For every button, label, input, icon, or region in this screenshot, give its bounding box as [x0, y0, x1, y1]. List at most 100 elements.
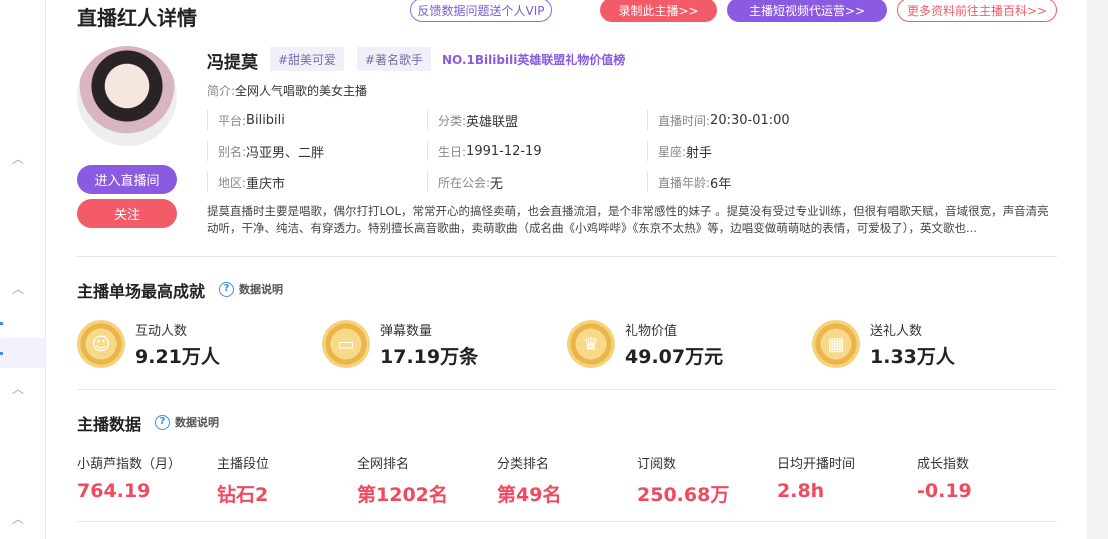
rank-badge[interactable]: NO.1Bilibili英雄联盟礼物价值榜 [442, 51, 625, 68]
info-label: 直播时间: [658, 113, 711, 128]
info-field: 别名: 冯亚男、二胖 [207, 141, 324, 161]
info-label: 分类: [438, 113, 467, 128]
divider [77, 256, 1057, 257]
stat-item: 小葫芦指数（月） 764.19 [77, 453, 181, 502]
data-help[interactable]: ? 数据说明 [155, 414, 219, 430]
record-button[interactable]: 录制此主播>> [600, 0, 717, 22]
divider [77, 389, 1057, 390]
stat-value: 第1202名 [357, 484, 448, 506]
stat-label: 日均开播时间 [777, 457, 856, 472]
help-label: 数据说明 [239, 283, 283, 296]
stat-item: 分类排名第49名 [497, 453, 561, 507]
crown-medal-icon: ♛ [567, 320, 615, 368]
info-label: 星座: [658, 144, 687, 159]
info-value: 重庆市 [246, 176, 286, 192]
achievement-label: 弹幕数量 [380, 324, 433, 339]
stat-label: 全网排名 [357, 457, 410, 472]
streamer-name: 冯提莫 [207, 53, 258, 73]
stat-value: 第49名 [497, 484, 562, 506]
achievement-label: 互动人数 [135, 324, 188, 339]
info-field: 直播时间: 20:30-01:00 [647, 110, 790, 130]
page-title: 直播红人详情 [77, 6, 197, 30]
wiki-button[interactable]: 更多资料前往主播百科>> [897, 0, 1057, 22]
stat-value: 764.19 [77, 480, 151, 502]
achievement-value: 1.33万人 [870, 346, 955, 368]
sidebar: ︿ ︿ ︿ ︿ [0, 0, 46, 539]
chat-medal-icon: ▭ [322, 320, 370, 368]
info-label: 生日: [438, 144, 467, 159]
description: 提莫直播时主要是唱歌，偶尔打打LOL，常常开心的搞怪卖萌，也会直播流泪，是个非常… [207, 204, 1049, 235]
chevron-up-icon[interactable]: ︿ [12, 380, 24, 396]
info-label: 地区: [218, 175, 247, 190]
stat-label: 订阅数 [637, 457, 677, 472]
info-label: 平台: [218, 113, 247, 128]
info-field: 生日: 1991-12-19 [427, 141, 542, 161]
info-value: 6年 [710, 176, 732, 192]
data-help[interactable]: ? 数据说明 [219, 281, 283, 297]
achievement-item: ▭ 弹幕数量 17.19万条 [322, 318, 562, 370]
info-field: 直播年龄: 6年 [647, 172, 731, 192]
gift-medal-icon: ▦ [812, 320, 860, 368]
achievement-value: 9.21万人 [135, 346, 220, 368]
info-value: 20:30-01:00 [710, 112, 790, 128]
info-field: 星座: 射手 [647, 141, 712, 161]
achievement-value: 17.19万条 [380, 346, 479, 368]
enter-live-button[interactable]: 进入直播间 [77, 165, 177, 194]
chevron-up-icon[interactable]: ︿ [12, 510, 24, 526]
info-value: 1991-12-19 [466, 143, 542, 159]
achievement-label: 礼物价值 [625, 324, 678, 339]
intro: 简介:全网人气唱歌的美女主播 [207, 82, 367, 99]
follow-button[interactable]: 关注 [77, 199, 177, 228]
divider [77, 521, 1057, 522]
tag[interactable]: #著名歌手 [357, 47, 432, 71]
info-field: 地区: 重庆市 [207, 172, 285, 192]
achievement-item: ♛ 礼物价值 49.07万元 [567, 318, 807, 370]
scrollbar[interactable] [1087, 0, 1108, 539]
people-medal-icon: ☺ [77, 320, 125, 368]
stat-value: -0.19 [917, 480, 972, 502]
stat-label: 分类排名 [497, 457, 550, 472]
stat-label: 成长指数 [917, 457, 970, 472]
help-icon: ? [219, 281, 234, 297]
help-label: 数据说明 [175, 416, 219, 429]
stat-value: 250.68万 [637, 484, 730, 506]
info-label: 所在公会: [438, 175, 491, 190]
chevron-up-icon[interactable]: ︿ [12, 150, 24, 166]
info-value: Bilibili [246, 112, 285, 128]
stat-value: 钻石2 [217, 484, 269, 506]
sidebar-indicator [0, 352, 3, 355]
achievements-title: 主播单场最高成就 [77, 282, 206, 301]
stats-title: 主播数据 [77, 415, 142, 434]
stat-value: 2.8h [777, 480, 825, 502]
info-label: 直播年龄: [658, 175, 711, 190]
intro-text: 全网人气唱歌的美女主播 [235, 84, 368, 98]
stat-item: 全网排名第1202名 [357, 453, 448, 507]
stat-label: 小葫芦指数（月） [77, 457, 182, 472]
feedback-button[interactable]: 反馈数据问题送个人VIP [410, 0, 552, 22]
achievement-item: ▦ 送礼人数 1.33万人 [812, 318, 1052, 370]
info-value: 射手 [686, 145, 713, 161]
chevron-up-icon[interactable]: ︿ [12, 280, 24, 296]
stat-item: 成长指数 -0.19 [917, 453, 972, 502]
short-video-button[interactable]: 主播短视频代运营>> [727, 0, 887, 22]
avatar [77, 46, 177, 146]
stat-item: 订阅数 250.68万 [637, 453, 729, 507]
achievement-label: 送礼人数 [870, 324, 923, 339]
stat-item: 主播段位钻石2 [217, 453, 269, 507]
stat-item: 日均开播时间 2.8h [777, 453, 855, 502]
achievement-value: 49.07万元 [625, 346, 724, 368]
help-icon: ? [155, 414, 170, 430]
tag[interactable]: #甜美可爱 [270, 47, 345, 71]
sidebar-item-selected[interactable] [0, 338, 46, 368]
info-value: 无 [490, 176, 504, 192]
stat-label: 主播段位 [217, 457, 270, 472]
info-label: 别名: [218, 144, 247, 159]
info-value: 冯亚男、二胖 [246, 145, 325, 161]
info-field: 平台: Bilibili [207, 110, 285, 130]
achievement-item: ☺ 互动人数 9.21万人 [77, 318, 317, 370]
info-value: 英雄联盟 [466, 114, 519, 130]
info-field: 分类: 英雄联盟 [427, 110, 518, 130]
info-field: 所在公会: 无 [427, 172, 503, 192]
intro-label: 简介: [207, 84, 236, 98]
sidebar-indicator [0, 322, 3, 325]
